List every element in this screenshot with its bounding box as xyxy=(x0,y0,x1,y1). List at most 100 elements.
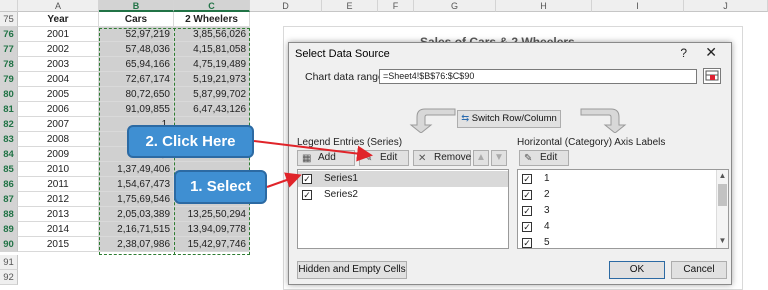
range-collapse-button[interactable] xyxy=(703,68,721,84)
cell-two-wheelers[interactable]: 13,25,50,294 xyxy=(174,207,250,222)
scroll-up-icon[interactable]: ▲ xyxy=(717,171,728,182)
cell-year[interactable]: 2006 xyxy=(18,102,99,117)
row-number[interactable]: 80 xyxy=(0,87,18,102)
header-year[interactable]: Year xyxy=(18,12,99,27)
cell-cars[interactable]: 2,05,03,389 xyxy=(99,207,174,222)
col-header-e[interactable]: E xyxy=(322,0,378,12)
row-number[interactable]: 90 xyxy=(0,237,18,252)
cell-year[interactable]: 2005 xyxy=(18,87,99,102)
chart-data-range-input[interactable]: =Sheet4!$B$76:$C$90 xyxy=(379,69,697,84)
row-number[interactable]: 79 xyxy=(0,72,18,87)
move-up-button[interactable]: ▲ xyxy=(473,150,489,166)
row-number[interactable]: 87 xyxy=(0,192,18,207)
list-item[interactable]: ✓ 2 xyxy=(518,187,728,203)
row-number[interactable]: 78 xyxy=(0,57,18,72)
col-header-b[interactable]: B xyxy=(99,0,174,12)
scroll-thumb[interactable] xyxy=(718,184,727,206)
list-item[interactable]: ✓ 3 xyxy=(518,203,728,219)
row-number[interactable]: 92 xyxy=(0,270,18,285)
edit-series-button[interactable]: ✎ Edit xyxy=(359,150,409,166)
cell-year[interactable]: 2008 xyxy=(18,132,99,147)
cell-two-wheelers[interactable]: 4,15,81,058 xyxy=(174,42,250,57)
col-header-d[interactable]: D xyxy=(250,0,322,12)
cell-year[interactable]: 2014 xyxy=(18,222,99,237)
cell-year[interactable]: 2001 xyxy=(18,27,99,42)
hidden-empty-cells-button[interactable]: Hidden and Empty Cells xyxy=(297,261,407,279)
checkbox[interactable]: ✓ xyxy=(522,206,532,216)
col-header-a[interactable]: A xyxy=(18,0,99,12)
ok-button[interactable]: OK xyxy=(609,261,665,279)
add-series-button[interactable]: ▦ Add xyxy=(297,150,355,166)
cell-year[interactable]: 2002 xyxy=(18,42,99,57)
row-number[interactable]: 85 xyxy=(0,162,18,177)
cell-cars[interactable]: 1,54,67,473 xyxy=(99,177,174,192)
checkbox[interactable]: ✓ xyxy=(522,238,532,248)
col-header-i[interactable]: I xyxy=(592,0,684,12)
checkbox[interactable]: ✓ xyxy=(522,190,532,200)
cell-year[interactable]: 2013 xyxy=(18,207,99,222)
cancel-button[interactable]: Cancel xyxy=(671,261,727,279)
header-cars[interactable]: Cars xyxy=(99,12,174,27)
col-header-h[interactable]: H xyxy=(496,0,592,12)
row-number[interactable]: 81 xyxy=(0,102,18,117)
row-number[interactable]: 91 xyxy=(0,255,18,270)
col-header-g[interactable]: G xyxy=(414,0,496,12)
remove-series-button[interactable]: ✕ Remove xyxy=(413,150,471,166)
col-header-c[interactable]: C xyxy=(174,0,250,12)
row-number[interactable]: 75 xyxy=(0,12,18,27)
cell-two-wheelers[interactable]: 3,85,56,026 xyxy=(174,27,250,42)
list-item[interactable]: ✓ 4 xyxy=(518,219,728,235)
move-down-button[interactable]: ▼ xyxy=(491,150,507,166)
list-item[interactable]: ✓ Series1 xyxy=(298,171,508,187)
cell-year[interactable]: 2015 xyxy=(18,237,99,252)
cell-year[interactable]: 2009 xyxy=(18,147,99,162)
cell-year[interactable]: 2012 xyxy=(18,192,99,207)
axis-labels-list[interactable]: ✓ 1 ✓ 2 ✓ 3 ✓ 4 ✓ 5 ▲ ▼ xyxy=(517,169,729,249)
row-number[interactable]: 86 xyxy=(0,177,18,192)
cell-cars[interactable]: 52,97,219 xyxy=(99,27,174,42)
row-number[interactable]: 88 xyxy=(0,207,18,222)
row-number[interactable]: 76 xyxy=(0,27,18,42)
help-icon[interactable]: ? xyxy=(680,46,687,60)
scroll-down-icon[interactable]: ▼ xyxy=(717,236,728,247)
checkbox[interactable]: ✓ xyxy=(522,174,532,184)
edit-axis-labels-button[interactable]: ✎ Edit xyxy=(519,150,569,166)
col-header-f[interactable]: F xyxy=(378,0,414,12)
col-header-j[interactable]: J xyxy=(684,0,768,12)
cell-year[interactable]: 2004 xyxy=(18,72,99,87)
row-number[interactable]: 82 xyxy=(0,117,18,132)
scrollbar[interactable]: ▲ ▼ xyxy=(716,170,728,248)
corner-cell[interactable] xyxy=(0,0,18,12)
cell-year[interactable]: 2010 xyxy=(18,162,99,177)
cell-cars[interactable]: 91,09,855 xyxy=(99,102,174,117)
row-number[interactable]: 89 xyxy=(0,222,18,237)
cell-two-wheelers[interactable]: 5,87,99,702 xyxy=(174,87,250,102)
cell-cars[interactable]: 57,48,036 xyxy=(99,42,174,57)
cell-cars[interactable]: 72,67,174 xyxy=(99,72,174,87)
list-item[interactable]: ✓ Series2 xyxy=(298,187,508,203)
checkbox[interactable]: ✓ xyxy=(302,190,312,200)
cell-cars[interactable]: 65,94,166 xyxy=(99,57,174,72)
cell-two-wheelers[interactable]: 15,42,97,746 xyxy=(174,237,250,252)
cell-cars[interactable]: 80,72,650 xyxy=(99,87,174,102)
cell-two-wheelers[interactable]: 6,47,43,126 xyxy=(174,102,250,117)
cell-cars[interactable]: 1,37,49,406 xyxy=(99,162,174,177)
close-icon[interactable]: ✕ xyxy=(705,44,717,61)
cell-year[interactable]: 2011 xyxy=(18,177,99,192)
row-number[interactable]: 83 xyxy=(0,132,18,147)
cell-two-wheelers[interactable]: 5,19,21,973 xyxy=(174,72,250,87)
cell-two-wheelers[interactable]: 13,94,09,778 xyxy=(174,222,250,237)
checkbox[interactable]: ✓ xyxy=(522,222,532,232)
checkbox[interactable]: ✓ xyxy=(302,174,312,184)
row-number[interactable]: 84 xyxy=(0,147,18,162)
cell-cars[interactable]: 1,75,69,546 xyxy=(99,192,174,207)
header-two-wheelers[interactable]: 2 Wheelers xyxy=(174,12,250,27)
list-item[interactable]: ✓ 1 xyxy=(518,171,728,187)
cell-year[interactable]: 2007 xyxy=(18,117,99,132)
cell-year[interactable]: 2003 xyxy=(18,57,99,72)
list-item[interactable]: ✓ 5 xyxy=(518,235,728,251)
legend-series-list[interactable]: ✓ Series1 ✓ Series2 xyxy=(297,169,509,249)
cell-cars[interactable]: 2,16,71,515 xyxy=(99,222,174,237)
cell-cars[interactable]: 2,38,07,986 xyxy=(99,237,174,252)
row-number[interactable]: 77 xyxy=(0,42,18,57)
